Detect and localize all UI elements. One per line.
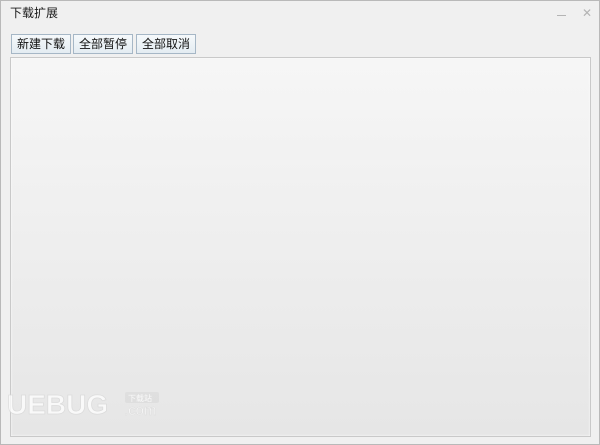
download-list-panel[interactable] [10, 57, 591, 437]
pause-all-button[interactable]: 全部暂停 [73, 34, 133, 54]
watermark-tag: 下载站 [128, 393, 152, 403]
window-title: 下载扩展 [10, 6, 59, 20]
new-download-button[interactable]: 新建下载 [11, 34, 71, 54]
cancel-all-button[interactable]: 全部取消 [136, 34, 196, 54]
watermark-suffix: .com [124, 402, 157, 419]
close-button[interactable]: ✕ [579, 5, 595, 21]
close-icon: ✕ [581, 6, 593, 20]
minimize-icon [557, 15, 566, 16]
download-extension-window: 下载扩展 ✕ 新建下载 全部暂停 全部取消 UEBUG .com 下载站 [0, 0, 600, 445]
minimize-button[interactable] [554, 5, 570, 21]
watermark-brand: UEBUG [7, 389, 108, 420]
uebug-watermark-logo: UEBUG .com 下载站 [7, 389, 159, 420]
